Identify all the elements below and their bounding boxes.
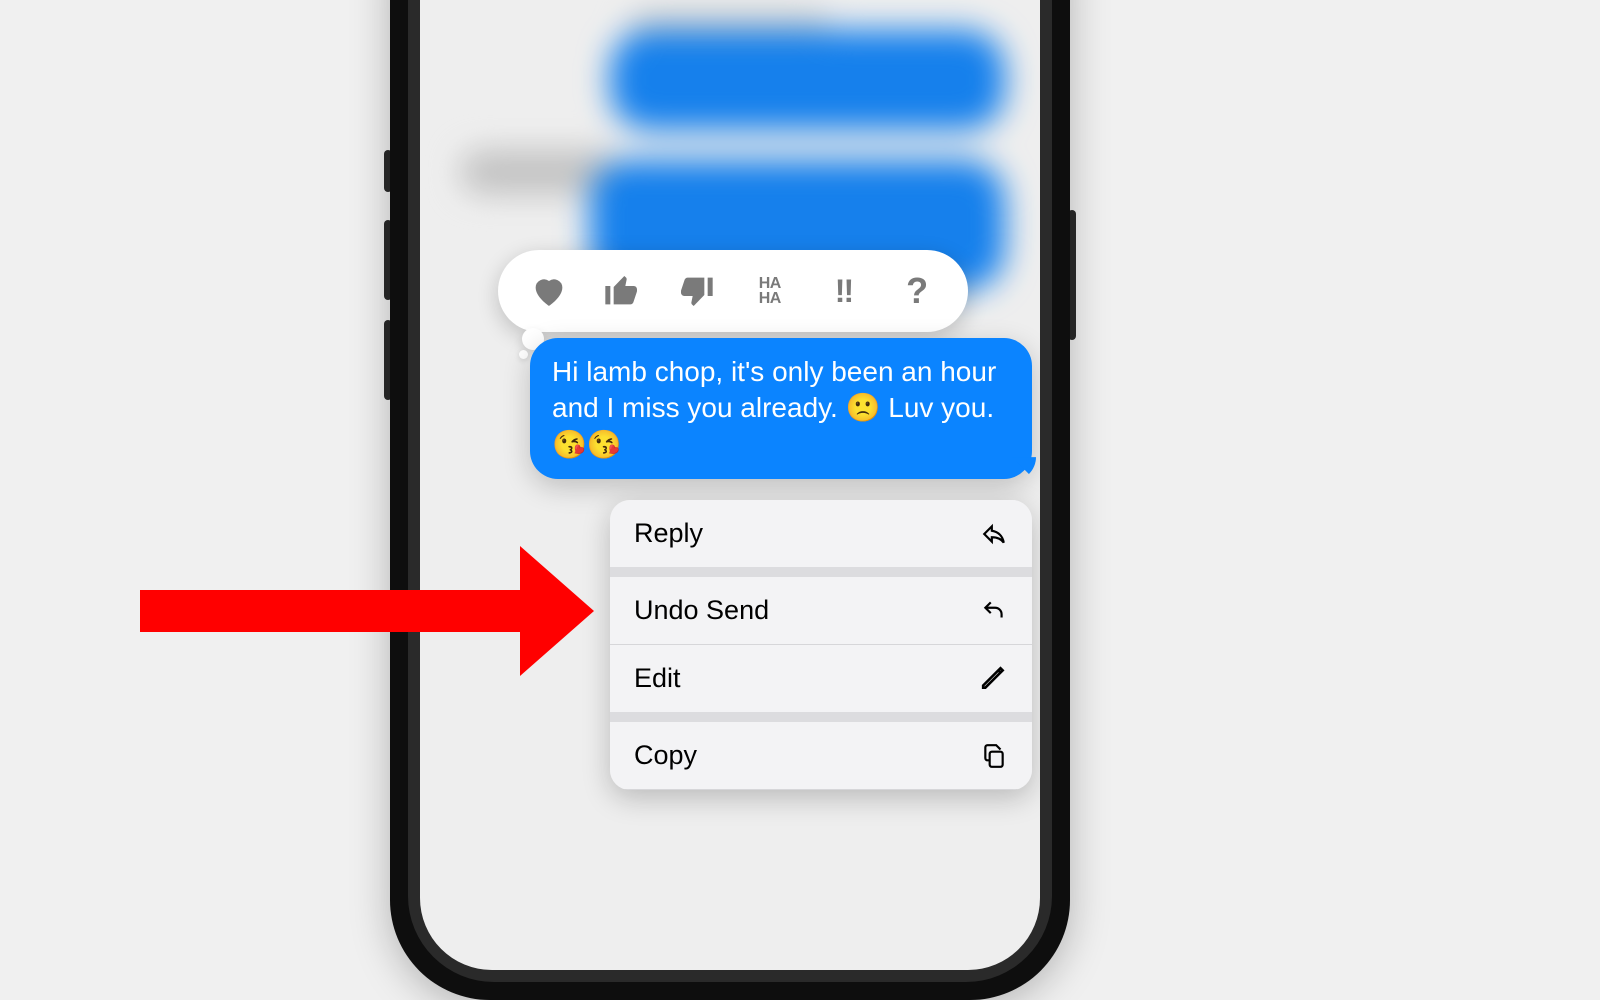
tapback-exclaim-label: !!	[835, 273, 852, 310]
phone-screen: HAHA !! ? Hi lamb chop, it's only been a…	[420, 0, 1040, 970]
phone-frame: HAHA !! ? Hi lamb chop, it's only been a…	[390, 0, 1070, 1000]
menu-item-label: Edit	[634, 663, 681, 694]
reply-icon	[980, 520, 1008, 548]
menu-item-undo-send[interactable]: Undo Send	[610, 577, 1032, 644]
message-text: Hi lamb chop, it's only been an hour and…	[552, 356, 996, 460]
copy-icon	[980, 742, 1008, 770]
tapback-exclaim-icon[interactable]: !!	[820, 268, 866, 314]
tapback-haha-icon[interactable]: HAHA	[747, 268, 793, 314]
tapback-question-icon[interactable]: ?	[894, 268, 940, 314]
undo-icon	[980, 597, 1008, 625]
menu-item-label: Undo Send	[634, 595, 769, 626]
tapback-bar: HAHA !! ?	[498, 250, 968, 332]
menu-separator	[610, 712, 1032, 722]
menu-item-label: Copy	[634, 740, 697, 771]
tapback-haha-label: HAHA	[759, 276, 781, 306]
tapback-question-label: ?	[906, 270, 928, 312]
tapback-thumbs-up-icon[interactable]	[599, 268, 645, 314]
menu-item-reply[interactable]: Reply	[610, 500, 1032, 567]
tapback-thumbs-down-icon[interactable]	[673, 268, 719, 314]
tapback-heart-icon[interactable]	[526, 268, 572, 314]
menu-item-label: Reply	[634, 518, 703, 549]
phone-body: HAHA !! ? Hi lamb chop, it's only been a…	[390, 0, 1070, 1000]
message-bubble[interactable]: Hi lamb chop, it's only been an hour and…	[530, 338, 1032, 479]
pencil-icon	[980, 665, 1008, 693]
context-menu: Reply Undo Send Edit	[610, 500, 1032, 790]
menu-item-edit[interactable]: Edit	[610, 645, 1032, 712]
menu-separator	[610, 567, 1032, 577]
dim-overlay	[420, 0, 1040, 970]
menu-separator	[610, 789, 1032, 790]
menu-item-copy[interactable]: Copy	[610, 722, 1032, 789]
tapback-tail-dot	[519, 350, 528, 359]
